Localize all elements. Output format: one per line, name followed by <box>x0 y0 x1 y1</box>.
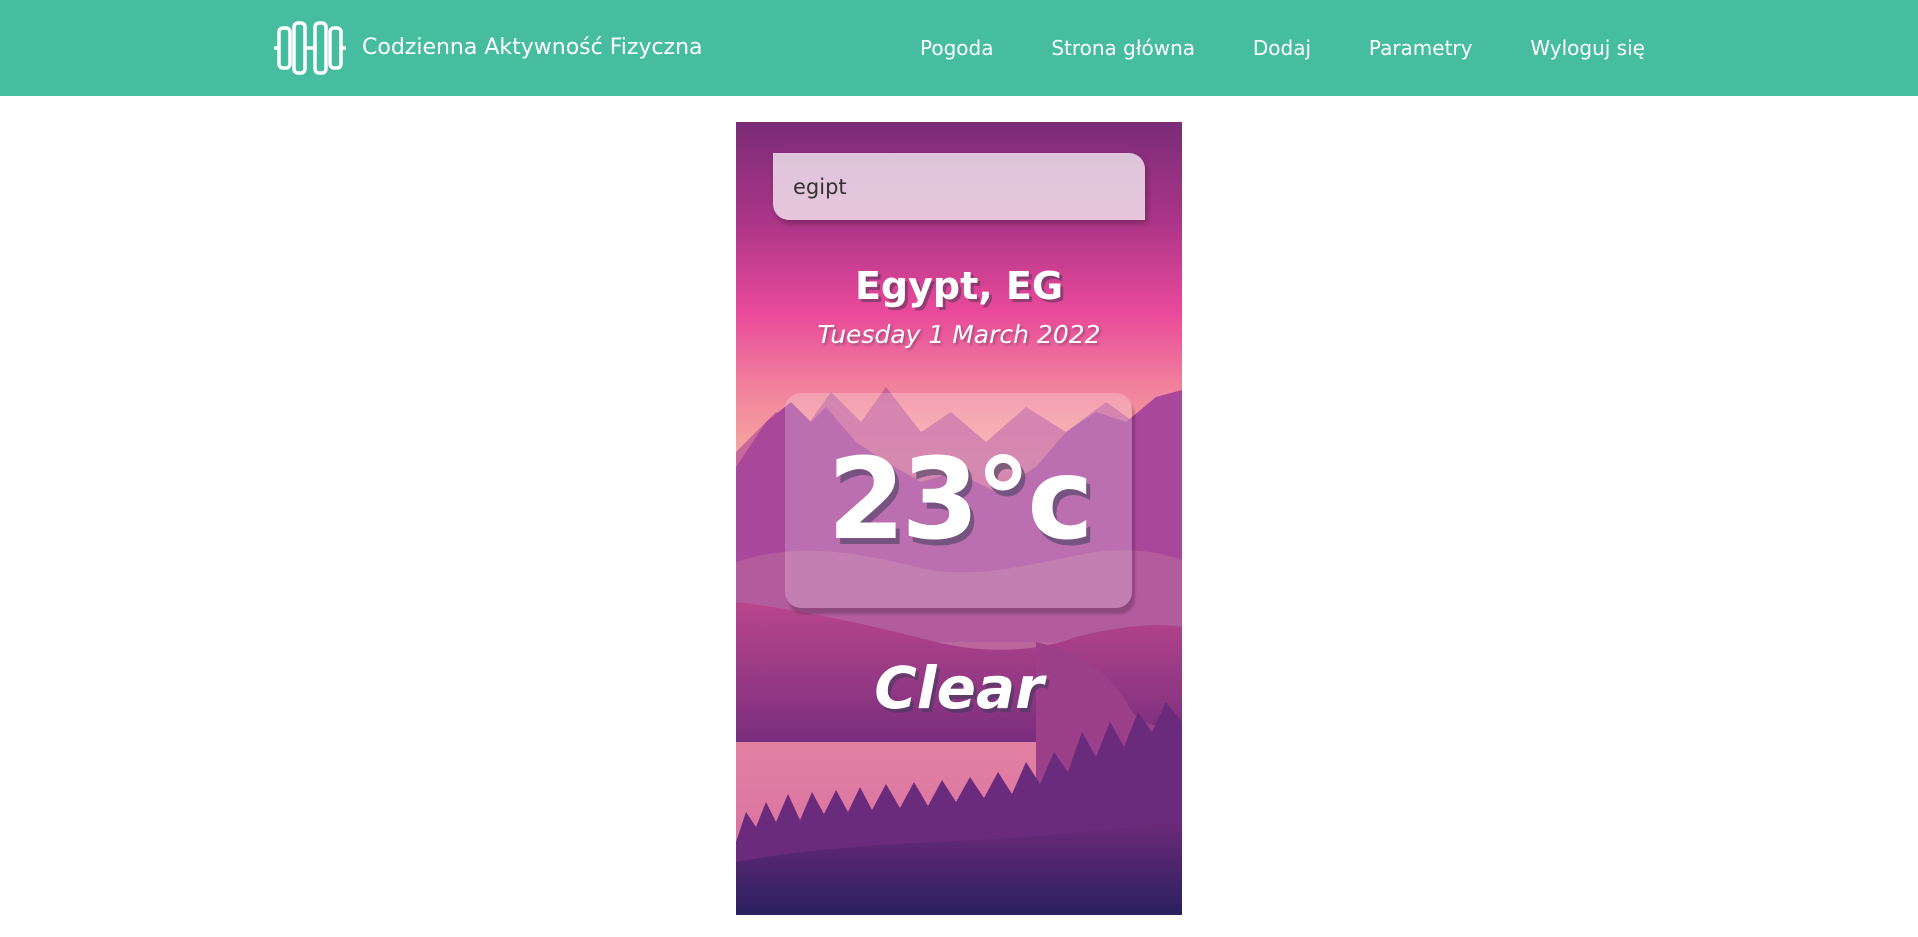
nav-item-pogoda[interactable]: Pogoda <box>920 36 993 60</box>
location-search-input[interactable] <box>773 153 1145 220</box>
weather-condition: Clear <box>874 654 1044 722</box>
brand-title: Codzienna Aktywność Fizyczna <box>362 35 703 60</box>
nav-item-logout[interactable]: Wyloguj się <box>1530 36 1645 60</box>
top-navbar: Codzienna Aktywność Fizyczna Pogoda Stro… <box>0 0 1918 96</box>
dumbbell-icon <box>274 21 346 75</box>
weather-date: Tuesday 1 March 2022 <box>817 320 1101 349</box>
main-nav: Pogoda Strona główna Dodaj Parametry Wyl… <box>920 0 1645 96</box>
nav-item-parameters[interactable]: Parametry <box>1369 36 1473 60</box>
nav-item-home[interactable]: Strona główna <box>1051 36 1195 60</box>
location-name: Egypt, EG <box>854 264 1064 308</box>
brand[interactable]: Codzienna Aktywność Fizyczna <box>274 20 703 76</box>
weather-card: Egypt, EG Tuesday 1 March 2022 23°c Clea… <box>736 122 1182 915</box>
temperature-box: 23°c <box>785 393 1132 608</box>
temperature-value: 23°c <box>827 435 1093 565</box>
nav-item-add[interactable]: Dodaj <box>1253 36 1311 60</box>
